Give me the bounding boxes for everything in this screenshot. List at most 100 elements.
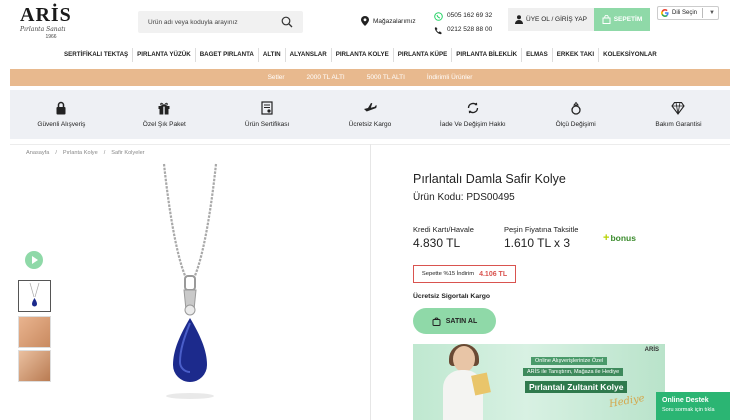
bonus-plus-icon: + bbox=[603, 232, 610, 244]
breadcrumb-home[interactable]: Anasayfa bbox=[26, 150, 49, 156]
feature-label: Güvenli Alışveriş bbox=[37, 121, 86, 128]
ring-icon bbox=[570, 101, 581, 115]
promo-link[interactable]: İndirimli Ürünler bbox=[427, 74, 473, 81]
installment-price-value: 1.610 TL x 3 bbox=[504, 236, 571, 250]
product-main-image bbox=[162, 163, 218, 399]
logo-tagline: Pırlanta Sanatı bbox=[20, 26, 66, 33]
nav-item[interactable]: ALYANSLAR bbox=[286, 48, 332, 62]
banner-line-2: ARİS ile Tanıştırın, Mağaza ile Hediye bbox=[523, 368, 624, 376]
breadcrumb: Anasayfa / Pırlanta Kolye / Safir Kolyel… bbox=[26, 150, 145, 156]
column-divider bbox=[370, 144, 371, 420]
feature-free-shipping: Ücretsiz Kargo bbox=[325, 101, 415, 128]
location-pin-icon bbox=[361, 16, 369, 26]
nav-item[interactable]: KOLEKSİYONLAR bbox=[599, 48, 661, 62]
lock-icon bbox=[56, 101, 66, 115]
discount-price: 4.106 TL bbox=[479, 270, 508, 278]
promo-bar: Setler 2000 TL ALTI 5000 TL ALTI İndirim… bbox=[10, 69, 730, 86]
brand-logo[interactable]: ARİS Pırlanta Sanatı 1966 bbox=[20, 4, 82, 40]
gift-box-icon bbox=[471, 372, 491, 396]
breadcrumb-subcategory[interactable]: Safir Kolyeler bbox=[111, 150, 144, 156]
google-icon bbox=[661, 9, 669, 17]
breadcrumb-category[interactable]: Pırlanta Kolye bbox=[63, 150, 98, 156]
phone-number-2: 0212 528 88 00 bbox=[447, 26, 493, 33]
cart-discount-box: Sepette %15 İndirim 4.106 TL bbox=[413, 265, 516, 283]
phone-list: 0505 162 69 32 0212 528 88 00 bbox=[434, 9, 492, 37]
necklace-thumb-image bbox=[29, 282, 40, 307]
feature-secure-shopping: Güvenli Alışveriş bbox=[16, 101, 106, 128]
chevron-down-icon: ▼ bbox=[709, 10, 715, 16]
bonus-label: bonus bbox=[610, 233, 636, 243]
exchange-icon bbox=[467, 102, 478, 114]
breadcrumb-separator: / bbox=[103, 150, 106, 156]
buy-button[interactable]: SATIN AL bbox=[413, 308, 496, 334]
login-button[interactable]: ÜYE OL / GİRİŞ YAP bbox=[508, 8, 594, 31]
feature-size-change: Ölçü Değişimi bbox=[531, 101, 621, 128]
nav-item[interactable]: ALTIN bbox=[259, 48, 286, 62]
bonus-badge: + bonus bbox=[603, 232, 636, 244]
thumbnail-2[interactable] bbox=[18, 316, 51, 348]
credit-price-label: Kredi Kartı/Havale bbox=[413, 225, 474, 234]
landline-phone[interactable]: 0212 528 88 00 bbox=[434, 23, 492, 37]
discount-label: Sepette %15 İndirim bbox=[421, 271, 475, 277]
installment-price-label: Peşin Fiyatına Taksitle bbox=[504, 225, 579, 234]
support-subtitle: Soru sormak için tıkla bbox=[662, 407, 715, 413]
gift-icon bbox=[158, 102, 170, 115]
gift-promo-banner[interactable]: ARİS Online Alışverişlerinize Özel ARİS … bbox=[413, 344, 665, 420]
online-support-widget[interactable]: Online Destek Soru sormak için tıkla bbox=[656, 392, 730, 420]
nav-item[interactable]: PIRLANTA YÜZÜK bbox=[133, 48, 196, 62]
search-box bbox=[138, 11, 303, 34]
credit-price-value: 4.830 TL bbox=[413, 236, 461, 250]
banner-model-face bbox=[453, 346, 475, 372]
banner-line-1: Online Alışverişlerinize Özel bbox=[531, 357, 608, 365]
thumbnail-1[interactable] bbox=[18, 280, 51, 312]
product-code: Ürün Kodu: PDS00495 bbox=[413, 192, 515, 203]
language-divider bbox=[702, 8, 704, 18]
main-nav: SERTİFİKALI TEKTAŞ PIRLANTA YÜZÜK BAGET … bbox=[60, 47, 661, 63]
nav-item[interactable]: BAGET PIRLANTA bbox=[196, 48, 259, 62]
certificate-icon bbox=[261, 101, 273, 115]
feature-return-exchange: İade Ve Değişim Hakkı bbox=[428, 101, 518, 128]
thumbnail-3[interactable] bbox=[18, 350, 51, 382]
promo-link[interactable]: 2000 TL ALTI bbox=[307, 74, 345, 81]
stores-link[interactable]: Mağazalarımız bbox=[361, 14, 416, 28]
language-label: Dili Seçin bbox=[672, 10, 698, 16]
cart-label: SEPETİM bbox=[613, 16, 643, 23]
nav-item[interactable]: PIRLANTA KÜPE bbox=[394, 48, 453, 62]
product-title: Pırlantalı Damla Safir Kolye bbox=[413, 172, 566, 186]
nav-item[interactable]: ERKEK TAKI bbox=[553, 48, 600, 62]
banner-line-3: Pırlantalı Zultanit Kolye bbox=[525, 381, 628, 393]
promo-link[interactable]: Setler bbox=[268, 74, 285, 81]
logo-year: 1966 bbox=[45, 34, 57, 40]
feature-certificate: Ürün Sertifikası bbox=[222, 101, 312, 128]
language-selector[interactable]: Dili Seçin ▼ bbox=[657, 6, 719, 20]
whatsapp-icon bbox=[434, 11, 443, 21]
search-icon[interactable] bbox=[281, 16, 293, 28]
feature-label: Ölçü Değişimi bbox=[555, 121, 596, 128]
user-icon bbox=[515, 15, 524, 24]
bag-icon bbox=[602, 15, 611, 24]
feature-care-warranty: Bakım Garantisi bbox=[633, 101, 723, 128]
phone-number-1: 0505 162 69 32 bbox=[447, 12, 493, 19]
breadcrumb-separator: / bbox=[55, 150, 57, 156]
feature-gift-package: Özel Şık Paket bbox=[119, 101, 209, 128]
cart-button[interactable]: SEPETİM bbox=[594, 8, 650, 31]
nav-item[interactable]: ELMAS bbox=[522, 48, 553, 62]
diamond-icon bbox=[671, 101, 686, 115]
nav-item[interactable]: PIRLANTA KOLYE bbox=[332, 48, 394, 62]
logo-brand: ARİS bbox=[20, 4, 72, 26]
stores-label: Mağazalarımız bbox=[373, 17, 416, 25]
login-label: ÜYE OL / GİRİŞ YAP bbox=[526, 16, 587, 23]
video-play-button[interactable] bbox=[25, 251, 43, 269]
search-input[interactable] bbox=[138, 11, 273, 34]
features-strip: Güvenli Alışveriş Özel Şık Paket Ürün Se… bbox=[10, 90, 730, 139]
banner-logo: ARİS bbox=[644, 347, 659, 353]
nav-item[interactable]: PIRLANTA BİLEKLİK bbox=[452, 48, 523, 62]
whatsapp-phone[interactable]: 0505 162 69 32 bbox=[434, 9, 492, 23]
nav-item[interactable]: SERTİFİKALI TEKTAŞ bbox=[60, 48, 134, 62]
support-title: Online Destek bbox=[662, 397, 709, 404]
plane-icon bbox=[363, 103, 377, 112]
promo-link[interactable]: 5000 TL ALTI bbox=[367, 74, 405, 81]
shipping-info: Ücretsiz Sigortalı Kargo bbox=[413, 293, 491, 300]
banner-line-4: Hediye bbox=[608, 392, 646, 411]
cart-icon bbox=[432, 317, 441, 326]
